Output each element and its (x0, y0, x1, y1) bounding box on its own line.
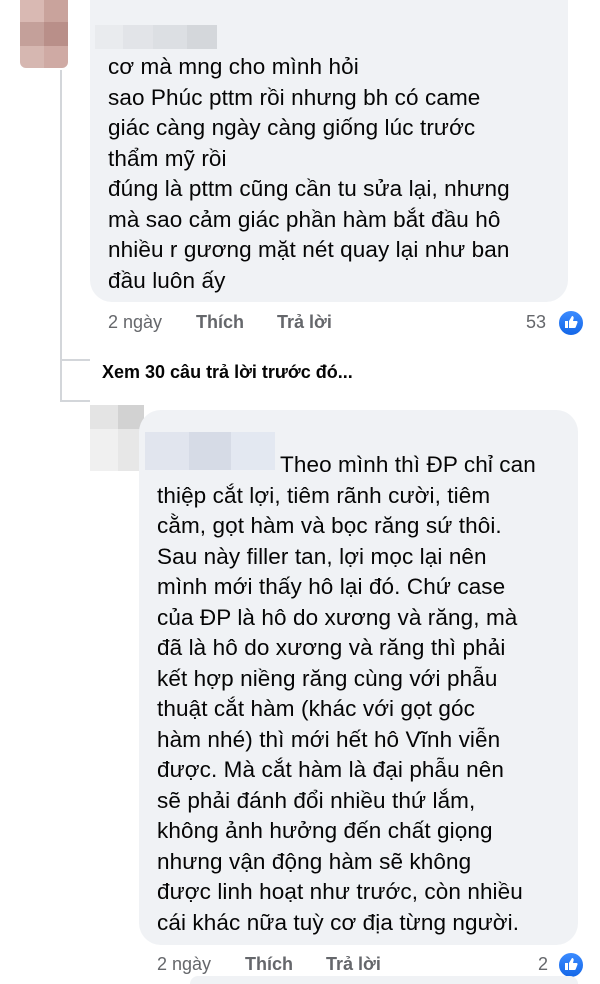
next-comment-bubble-edge (190, 976, 578, 984)
thread-connector (60, 359, 90, 361)
thread-connector (60, 400, 90, 402)
avatar[interactable] (20, 0, 68, 68)
like-button[interactable]: Thích (245, 954, 293, 975)
thread-connector (60, 360, 62, 400)
commenter-name[interactable] (95, 25, 225, 49)
thumbs-up-icon[interactable] (557, 951, 585, 979)
reaction-count[interactable]: 2 (538, 954, 548, 975)
avatar[interactable] (90, 405, 144, 471)
comment-time[interactable]: 2 ngày (157, 954, 211, 975)
thread-connector (60, 70, 62, 360)
like-button[interactable]: Thích (196, 312, 244, 333)
reply-button[interactable]: Trả lời (277, 312, 332, 333)
view-previous-replies-link[interactable]: Xem 30 câu trả lời trước đó... (102, 362, 353, 383)
thumbs-up-icon[interactable] (557, 309, 585, 337)
reaction-count[interactable]: 53 (526, 312, 546, 333)
comment-text: Theo mình thì ĐP chỉ can thiệp cắt lợi, … (157, 452, 536, 935)
comment-time[interactable]: 2 ngày (108, 312, 162, 333)
reply-button[interactable]: Trả lời (326, 954, 381, 975)
comment-text: cơ mà mng cho mình hỏi sao Phúc pttm rồi… (108, 54, 510, 293)
